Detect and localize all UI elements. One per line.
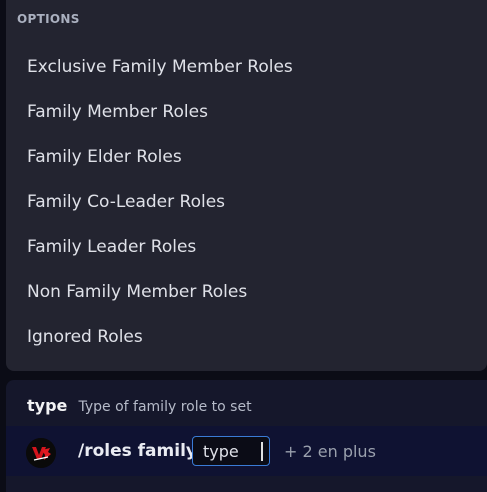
more-params-indicator[interactable]: + 2 en plus (284, 442, 376, 461)
command-input-row[interactable]: /roles family type + 2 en plus (6, 426, 487, 476)
param-input-label: type (203, 442, 239, 461)
option-family-member-roles[interactable]: Family Member Roles (6, 90, 487, 135)
options-popup: OPTIONS Exclusive Family Member Roles Fa… (6, 0, 487, 371)
command-name: /roles family (78, 441, 197, 461)
hint-param-name: type (27, 396, 68, 415)
option-family-leader-roles[interactable]: Family Leader Roles (6, 225, 487, 270)
option-non-family-member-roles[interactable]: Non Family Member Roles (6, 270, 487, 315)
param-hint: type Type of family role to set (27, 396, 252, 415)
hint-param-description: Type of family role to set (78, 399, 252, 415)
options-list: Exclusive Family Member Roles Family Mem… (6, 45, 487, 360)
option-family-elder-roles[interactable]: Family Elder Roles (6, 135, 487, 180)
bot-logo-icon (26, 438, 56, 468)
bot-avatar-icon (26, 438, 56, 468)
options-header: OPTIONS (17, 12, 80, 26)
option-ignored-roles[interactable]: Ignored Roles (6, 315, 487, 360)
text-caret (261, 442, 263, 461)
app-root: OPTIONS Exclusive Family Member Roles Fa… (0, 0, 487, 492)
option-exclusive-family-member-roles[interactable]: Exclusive Family Member Roles (6, 45, 487, 90)
option-family-co-leader-roles[interactable]: Family Co-Leader Roles (6, 180, 487, 225)
command-composer: type Type of family role to set /roles f… (6, 380, 487, 492)
param-input-type[interactable]: type (192, 436, 270, 466)
